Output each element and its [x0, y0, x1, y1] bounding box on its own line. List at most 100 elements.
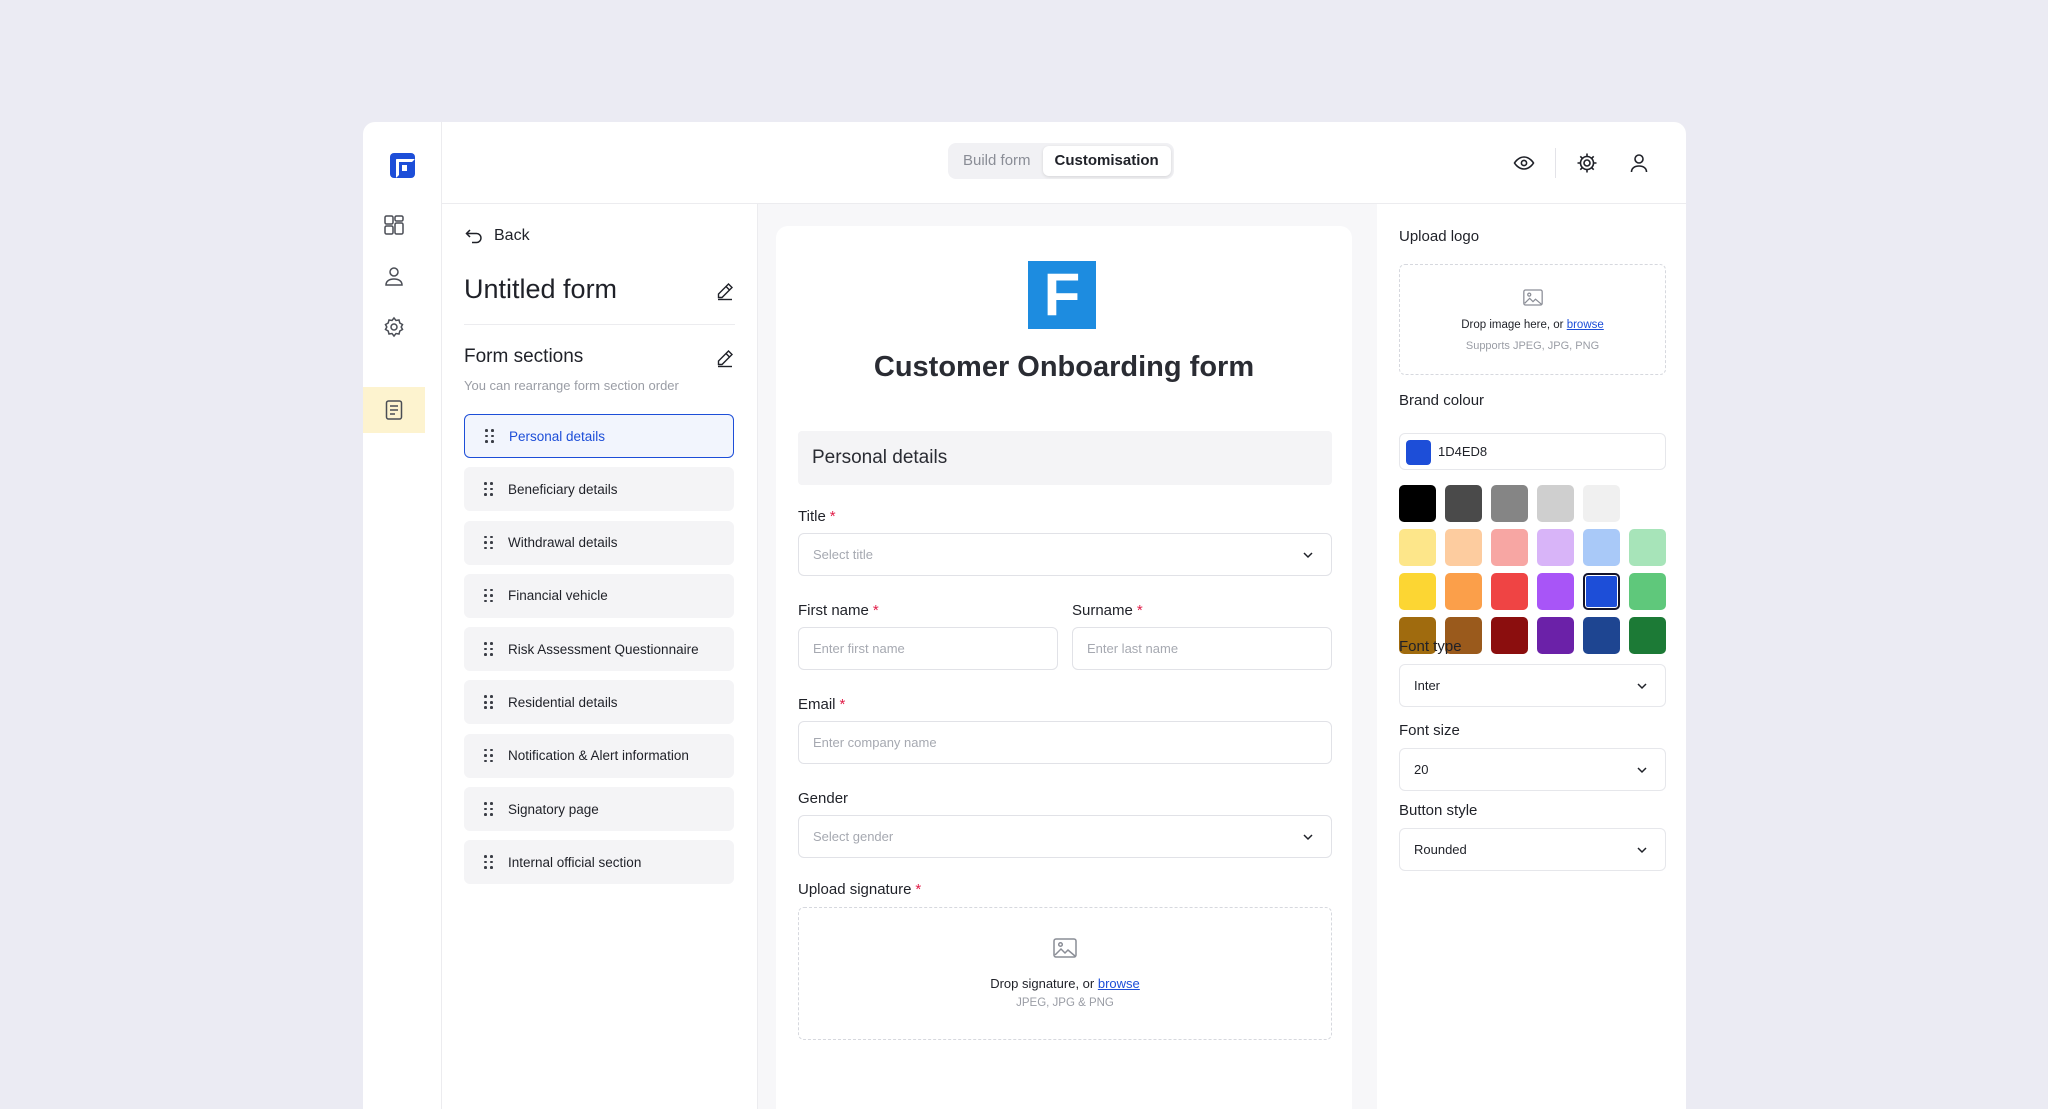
font-type-select[interactable]: Inter — [1399, 664, 1666, 707]
colour-swatch[interactable] — [1537, 485, 1574, 522]
divider — [1555, 148, 1556, 178]
profile-button[interactable] — [1622, 146, 1656, 180]
section-item-label: Residential details — [508, 694, 618, 710]
drag-handle-icon[interactable] — [484, 588, 494, 603]
title-label: Title * — [798, 508, 836, 525]
settings-button[interactable] — [1570, 146, 1604, 180]
surname-input[interactable]: Enter last name — [1072, 627, 1332, 670]
colour-swatch[interactable] — [1445, 573, 1482, 610]
colour-swatch[interactable] — [1537, 573, 1574, 610]
sections-heading: Form sections — [464, 346, 584, 367]
colour-swatch[interactable] — [1399, 529, 1436, 566]
section-item[interactable]: Residential details — [464, 680, 734, 725]
surname-label: Surname * — [1072, 602, 1143, 619]
section-item[interactable]: Signatory page — [464, 787, 734, 832]
drag-handle-icon[interactable] — [484, 482, 494, 496]
brand-colour-label: Brand colour — [1399, 392, 1485, 409]
colour-swatch[interactable] — [1583, 529, 1620, 566]
customisation-panel: Upload logo Drop image here, or browse S… — [1377, 204, 1686, 1109]
colour-swatch[interactable] — [1491, 617, 1528, 654]
top-actions — [1507, 146, 1656, 180]
drag-handle-icon[interactable] — [484, 695, 494, 710]
button-style-select[interactable]: Rounded — [1399, 828, 1666, 871]
sections-panel: Back Untitled form Form sections You can… — [442, 204, 758, 1109]
edit-sections-icon[interactable] — [715, 348, 735, 368]
tab-build-form[interactable]: Build form — [951, 146, 1043, 176]
font-size-label: Font size — [1399, 722, 1460, 739]
section-item-label: Notification & Alert information — [508, 748, 689, 764]
section-item[interactable]: Internal official section — [464, 840, 734, 885]
colour-swatch[interactable] — [1583, 617, 1620, 654]
drag-handle-icon[interactable] — [484, 642, 494, 656]
colour-swatch[interactable] — [1445, 485, 1482, 522]
section-item[interactable]: Beneficiary details — [464, 467, 734, 512]
nav-dashboard[interactable] — [363, 202, 425, 248]
app-logo-icon[interactable] — [390, 153, 415, 178]
nav-users[interactable] — [363, 253, 425, 299]
colour-swatch[interactable] — [1537, 529, 1574, 566]
colour-swatch[interactable] — [1491, 485, 1528, 522]
first-name-input[interactable]: Enter first name — [798, 627, 1058, 670]
colour-swatch[interactable] — [1537, 617, 1574, 654]
signature-browse-link[interactable]: browse — [1098, 976, 1140, 991]
chevron-down-icon — [1303, 834, 1313, 841]
section-item-label: Signatory page — [508, 801, 599, 817]
section-item-label: Risk Assessment Questionnaire — [508, 641, 699, 657]
colour-swatch[interactable] — [1629, 617, 1666, 654]
colour-swatch[interactable] — [1491, 573, 1528, 610]
form-preview-card: Customer Onboarding form Personal detail… — [776, 226, 1352, 1109]
section-list: Personal details Beneficiary details Withd… — [464, 414, 734, 894]
drag-handle-icon[interactable] — [484, 802, 494, 816]
drag-handle-icon[interactable] — [484, 855, 494, 869]
tab-customisation[interactable]: Customisation — [1042, 146, 1171, 176]
back-button[interactable]: Back — [464, 226, 530, 246]
section-item[interactable]: Personal details — [464, 414, 734, 458]
empty-swatch-slot — [1629, 485, 1666, 522]
colour-swatch[interactable] — [1629, 529, 1666, 566]
logo-formats: Supports JPEG, JPG, PNG — [1465, 340, 1600, 352]
first-name-label: First name * — [798, 602, 879, 619]
app-window: Build form Customisation Back Untitled f… — [363, 122, 1686, 1109]
user-icon — [385, 267, 403, 286]
nav-settings[interactable] — [363, 304, 425, 350]
colour-swatch[interactable] — [1583, 573, 1620, 610]
email-input[interactable]: Enter company name — [798, 721, 1332, 764]
divider — [464, 324, 735, 325]
logo-browse-link[interactable]: browse — [1567, 319, 1604, 331]
back-label: Back — [494, 227, 530, 244]
form-icon — [385, 400, 403, 420]
logo-dropzone[interactable]: Drop image here, or browse Supports JPEG… — [1399, 264, 1666, 375]
drag-handle-icon[interactable] — [484, 535, 494, 550]
colour-swatch[interactable] — [1583, 485, 1620, 522]
brand-colour-input[interactable]: 1D4ED8 — [1399, 433, 1666, 470]
upload-logo-label: Upload logo — [1399, 228, 1480, 245]
dashboard-icon — [384, 215, 404, 235]
signature-dropzone[interactable]: Drop signature, or browse JPEG, JPG & PN… — [798, 907, 1332, 1040]
font-size-select[interactable]: 20 — [1399, 748, 1666, 791]
chevron-down-icon — [1637, 767, 1647, 774]
sections-subheading: You can rearrange form section order — [464, 378, 679, 393]
nav-forms[interactable] — [363, 387, 425, 433]
chevron-down-icon — [1637, 683, 1647, 690]
section-item[interactable]: Withdrawal details — [464, 520, 734, 565]
colour-swatch[interactable] — [1491, 529, 1528, 566]
title-select[interactable]: Select title — [798, 533, 1332, 576]
section-item[interactable]: Notification & Alert information — [464, 733, 734, 778]
preview-section-title: Personal details — [798, 431, 1332, 485]
drag-handle-icon[interactable] — [485, 429, 495, 443]
section-item[interactable]: Financial vehicle — [464, 573, 734, 618]
section-item[interactable]: Risk Assessment Questionnaire — [464, 627, 734, 672]
chevron-down-icon — [1637, 847, 1647, 854]
gender-select[interactable]: Select gender — [798, 815, 1332, 858]
mode-switch: Build form Customisation — [948, 143, 1174, 179]
image-icon — [1522, 289, 1543, 306]
colour-swatch[interactable] — [1629, 573, 1666, 610]
colour-swatch[interactable] — [1399, 485, 1436, 522]
user-icon — [1630, 154, 1648, 173]
edit-title-icon[interactable] — [715, 281, 735, 301]
colour-swatch[interactable] — [1399, 573, 1436, 610]
drag-handle-icon[interactable] — [484, 748, 494, 763]
brand-colour-value: 1D4ED8 — [1438, 444, 1488, 459]
preview-button[interactable] — [1507, 146, 1541, 180]
colour-swatch[interactable] — [1445, 529, 1482, 566]
